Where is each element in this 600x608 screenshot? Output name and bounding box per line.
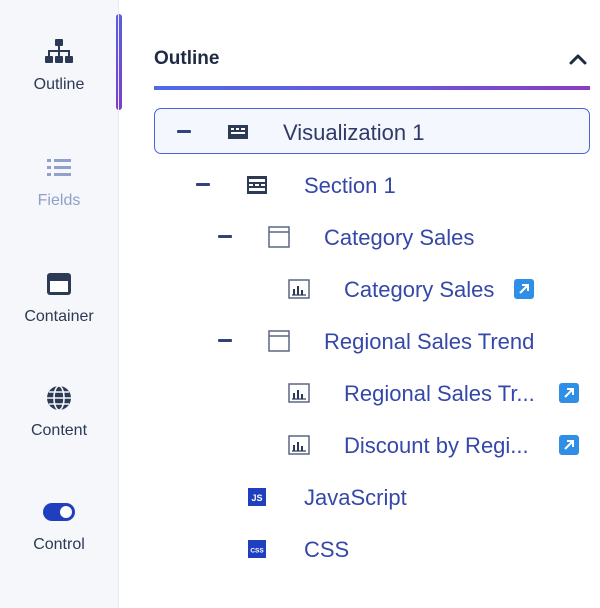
tree-node-chart[interactable]: Discount by Regi... xyxy=(154,422,590,468)
tree-node-section[interactable]: Section 1 xyxy=(154,162,590,208)
rail-item-label: Control xyxy=(33,536,85,553)
rail-item-label: Outline xyxy=(33,76,85,93)
rail-item-control[interactable]: Control xyxy=(0,494,118,586)
panel-accent-line xyxy=(154,86,590,90)
collapse-toggle[interactable] xyxy=(196,183,210,186)
chart-icon xyxy=(288,434,310,456)
rail-item-container[interactable]: Container xyxy=(0,266,118,358)
panel-title: Outline xyxy=(154,48,220,69)
outline-panel: Outline Visualization 1 Section 1 Catego… xyxy=(122,0,600,608)
section-icon xyxy=(246,174,268,196)
open-link-icon[interactable] xyxy=(514,279,534,299)
rail-item-content[interactable]: Content xyxy=(0,380,118,472)
collapse-toggle[interactable] xyxy=(218,339,232,342)
collapse-toggle[interactable] xyxy=(177,130,191,133)
panel-header: Outline xyxy=(154,44,590,74)
svg-text:CSS: CSS xyxy=(250,548,264,555)
tree-node-label: JavaScript xyxy=(304,485,407,510)
rail-item-label: Content xyxy=(30,422,88,439)
rail-item-outline[interactable]: Outline xyxy=(0,34,118,126)
tree-node-label: Regional Sales Trend xyxy=(324,329,535,354)
rail-item-label: Container xyxy=(24,308,94,325)
tree-node-label: Category Sales xyxy=(324,225,475,250)
tree-node-javascript[interactable]: JS JavaScript xyxy=(154,474,590,520)
sitemap-icon xyxy=(39,34,79,70)
js-icon: JS xyxy=(246,486,268,508)
tree-node-label: Discount by Regi... xyxy=(344,433,529,458)
svg-text:JS: JS xyxy=(251,493,262,503)
open-link-icon[interactable] xyxy=(559,435,579,455)
css-icon: CSS xyxy=(246,538,268,560)
tree-node-label: Category Sales xyxy=(344,277,495,302)
chart-icon xyxy=(288,278,310,300)
container-box-icon xyxy=(268,226,290,248)
globe-icon xyxy=(39,380,79,416)
tree-node-label: Section 1 xyxy=(304,173,396,198)
rail-item-label: Fields xyxy=(37,192,81,209)
tree-node-label: Visualization 1 xyxy=(283,120,425,145)
tree-node-container[interactable]: Regional Sales Trend xyxy=(154,318,590,364)
tree-node-css[interactable]: CSS CSS xyxy=(154,526,590,572)
container-icon xyxy=(39,266,79,302)
tree-node-visualization[interactable]: Visualization 1 xyxy=(154,108,590,154)
collapse-toggle[interactable] xyxy=(218,235,232,238)
open-link-icon[interactable] xyxy=(559,383,579,403)
left-rail: Outline Fields Container Content Control xyxy=(0,0,118,608)
tree-node-label: Regional Sales Tr... xyxy=(344,381,535,406)
chevron-up-icon[interactable] xyxy=(566,47,590,71)
rail-divider xyxy=(118,0,119,608)
tree-node-label: CSS xyxy=(304,537,350,562)
container-box-icon xyxy=(268,330,290,352)
tree-node-chart[interactable]: Category Sales xyxy=(154,266,590,312)
visualization-icon xyxy=(227,121,249,143)
list-icon xyxy=(39,150,79,186)
toggle-icon xyxy=(39,494,79,530)
tree-node-chart[interactable]: Regional Sales Tr... xyxy=(154,370,590,416)
chart-icon xyxy=(288,382,310,404)
rail-item-fields[interactable]: Fields xyxy=(0,150,118,242)
tree-node-container[interactable]: Category Sales xyxy=(154,214,590,260)
